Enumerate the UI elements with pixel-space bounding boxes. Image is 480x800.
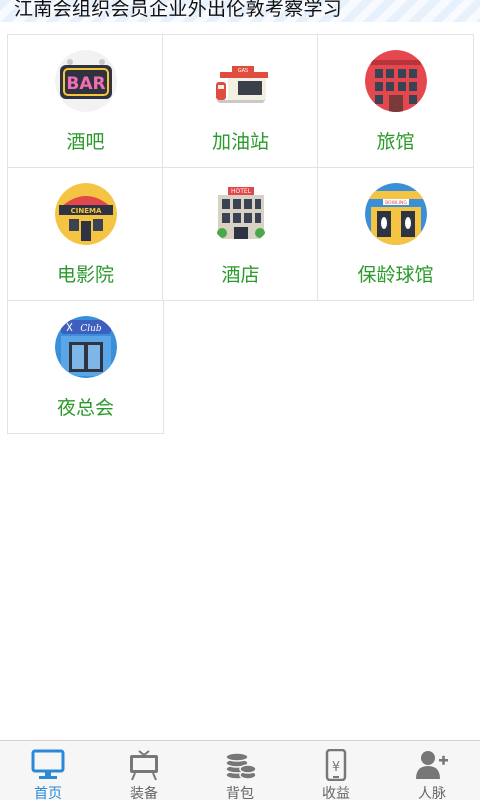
phone-yuan-icon: ¥ (325, 749, 347, 781)
place-item-nightclub[interactable]: Club 夜总会 (7, 300, 164, 434)
tab-earnings[interactable]: ¥ 收益 (288, 741, 384, 800)
place-label: 电影院 (56, 264, 114, 286)
hostel-building-icon (364, 50, 427, 112)
hotel-building-icon: HOTEL (209, 183, 272, 245)
place-label: 酒店 (221, 264, 260, 286)
monitor-icon (31, 749, 65, 779)
tab-earnings-label: 收益 (322, 786, 350, 800)
place-item-hotel[interactable]: HOTEL 酒店 (162, 167, 319, 301)
place-item-gas-station[interactable]: GAS 加油站 (162, 34, 319, 168)
tab-contacts-label: 人脉 (418, 786, 446, 800)
place-item-bowling[interactable]: BOWLING 保龄球馆 (317, 167, 474, 301)
place-label: 保龄球馆 (357, 264, 434, 286)
place-item-hostel[interactable]: 旅馆 (317, 34, 474, 168)
gas-sign-text: GAS (237, 68, 247, 74)
add-person-icon (416, 751, 448, 779)
coins-stack-icon (225, 752, 257, 780)
tab-backpack[interactable]: 背包 (192, 741, 288, 800)
tab-contacts[interactable]: 人脉 (384, 741, 480, 800)
bowling-alley-icon: BOWLING (364, 183, 427, 245)
svg-text:¥: ¥ (332, 760, 340, 775)
place-label: 酒吧 (66, 131, 105, 153)
place-item-cinema[interactable]: CINEMA 电影院 (7, 167, 164, 301)
gas-station-icon: GAS (209, 50, 272, 112)
club-sign-text: Club (80, 324, 102, 334)
place-label: 加油站 (211, 131, 269, 153)
header-banner: 江南会组织会员企业外出伦敦考察学习 (0, 0, 480, 22)
nightclub-icon: Club (54, 316, 117, 378)
cinema-sign-text: CINEMA (70, 207, 101, 215)
hotel-sign-text: HOTEL (230, 188, 251, 195)
tab-home-label: 首页 (34, 786, 62, 800)
tab-equipment[interactable]: 装备 (96, 741, 192, 800)
tab-backpack-label: 背包 (226, 786, 254, 800)
bar-sign-icon: BAR (54, 50, 117, 112)
place-label: 旅馆 (376, 131, 415, 153)
bar-sign-text: BAR (66, 74, 105, 94)
tab-equipment-label: 装备 (130, 786, 158, 800)
bottom-tab-bar: 首页 装备 背包 ¥ 收益 人脉 (0, 740, 480, 800)
cinema-building-icon: CINEMA (54, 183, 117, 245)
header-title: 江南会组织会员企业外出伦敦考察学习 (14, 0, 343, 20)
place-label: 夜总会 (56, 397, 114, 419)
tab-home[interactable]: 首页 (0, 741, 96, 800)
tv-easel-icon (130, 750, 158, 781)
place-item-bar[interactable]: BAR 酒吧 (7, 34, 164, 168)
bowling-sign-text: BOWLING (385, 200, 407, 206)
